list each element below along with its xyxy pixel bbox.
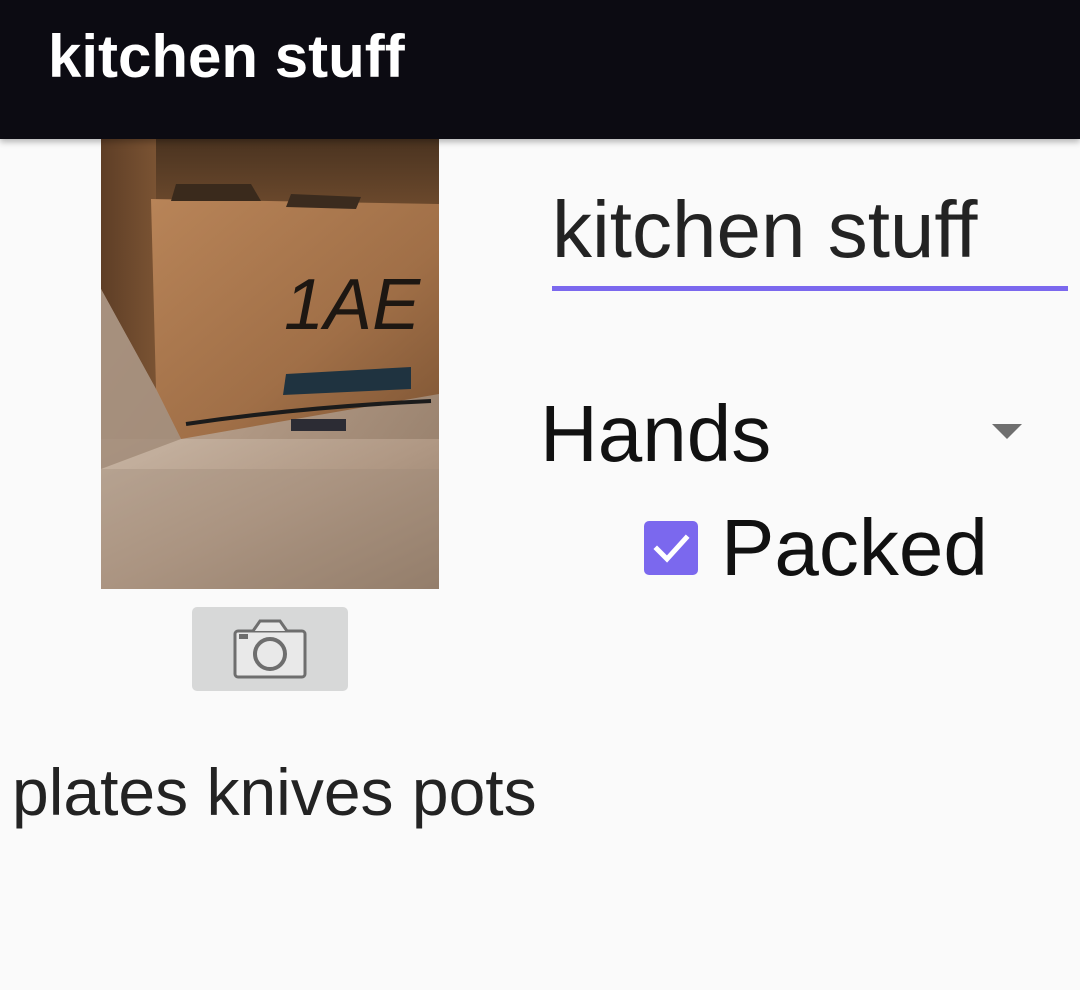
camera-icon <box>233 619 307 679</box>
box-photo-image: 1AE <box>101 139 439 589</box>
check-icon <box>653 534 690 563</box>
owner-dropdown-value: Hands <box>540 389 772 478</box>
packed-checkbox[interactable] <box>644 521 698 575</box>
dropdown-arrow-icon <box>992 424 1022 439</box>
packed-checkbox-row[interactable]: Packed <box>644 500 988 596</box>
app-bar: kitchen stuff <box>0 0 1080 139</box>
box-name-input[interactable] <box>552 180 1068 280</box>
box-photo[interactable]: 1AE <box>101 139 439 589</box>
owner-dropdown[interactable]: Hands <box>540 386 1040 482</box>
box-name-field[interactable] <box>552 180 1068 291</box>
take-photo-button[interactable] <box>192 607 348 691</box>
app-bar-title: kitchen stuff <box>48 23 405 90</box>
box-contents-text[interactable]: plates knives pots <box>12 744 537 840</box>
packed-label: Packed <box>721 503 988 592</box>
box-name-underline <box>552 286 1068 291</box>
app-screen: kitchen stuff 1AE kitchen stuff Hands Pa… <box>0 0 1080 990</box>
box-label-text: 1AE <box>284 265 421 345</box>
